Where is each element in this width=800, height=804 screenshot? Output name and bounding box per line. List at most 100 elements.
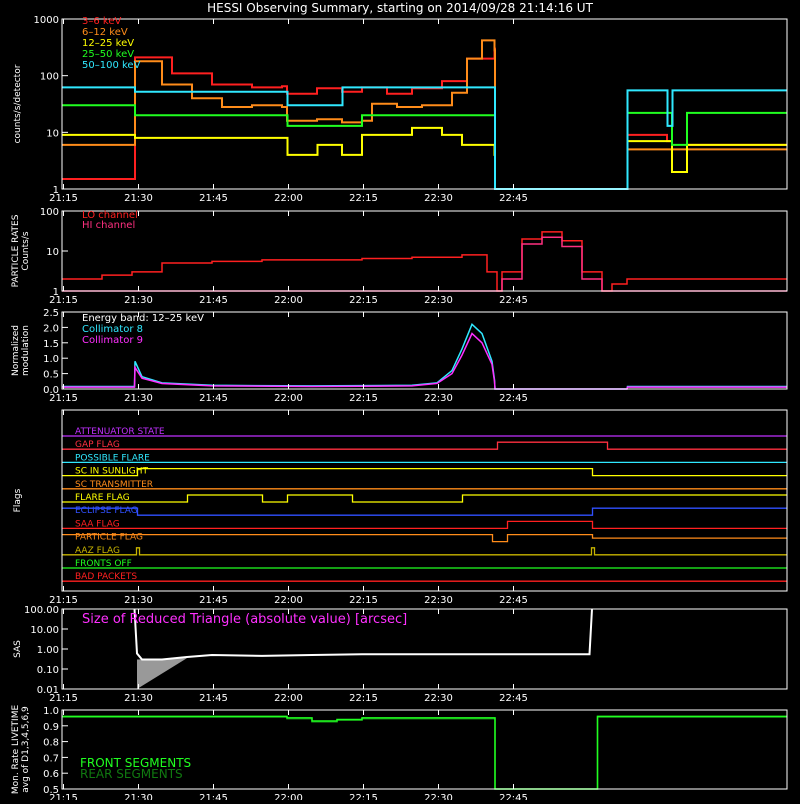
- y-axis-label: avg of D1,3,4,5,6,9: [21, 706, 31, 793]
- time-tick-label: 22:00: [274, 595, 303, 606]
- legend-entry: Collimator 8: [82, 324, 143, 335]
- flag-line-9: [62, 547, 787, 556]
- y-axis-label: Counts/s: [21, 231, 31, 270]
- y-axis-label: Mon. Rate LIVETIME: [11, 705, 21, 795]
- figure-title: HESSI Observing Summary, starting on 201…: [207, 1, 593, 15]
- y-axis-label: SAS: [13, 640, 23, 658]
- time-tick-label: 21:45: [199, 295, 228, 306]
- time-tick-label: 22:00: [274, 295, 303, 306]
- y-tick-label: 2.0: [43, 323, 59, 334]
- y-tick-label: 0.9: [43, 722, 59, 733]
- time-tick-label: 22:45: [499, 693, 528, 704]
- flag-line-7: [62, 520, 787, 530]
- y-axis-label: Normalized: [11, 325, 21, 376]
- time-tick-label: 22:15: [349, 595, 378, 606]
- flag-label: AAZ FLAG: [75, 546, 120, 556]
- series-line-1: [62, 332, 787, 390]
- y-tick-label: 1.0: [43, 706, 59, 717]
- time-tick-label: 21:30: [124, 793, 153, 800]
- sas-panel-title: Size of Reduced Triangle (absolute value…: [82, 612, 407, 627]
- time-tick-label: 21:45: [199, 193, 228, 204]
- y-tick-label: 1: [53, 287, 59, 298]
- y-tick-label: 1.5: [43, 339, 59, 350]
- time-tick-label: 21:45: [199, 393, 228, 404]
- time-tick-label: 22:45: [499, 295, 528, 306]
- time-tick-label: 21:30: [124, 393, 153, 404]
- time-tick-label: 22:15: [349, 193, 378, 204]
- legend-entry: 3–6 keV: [82, 16, 121, 27]
- flag-label: SAA FLAG: [75, 519, 120, 529]
- time-tick-label: 22:45: [499, 793, 528, 800]
- summary-figure: HESSI Observing Summary, starting on 201…: [11, 1, 788, 804]
- y-tick-label: 100: [40, 72, 59, 83]
- count-rate-panel: [61, 18, 788, 190]
- legend-entry: 6–12 keV: [82, 27, 128, 38]
- y-tick-label: 100: [40, 207, 59, 218]
- series-line-0: [62, 231, 787, 292]
- y-axis-label: Flags: [13, 488, 23, 512]
- legend-entry: REAR SEGMENTS: [80, 767, 183, 781]
- y-tick-label: 0.10: [37, 665, 59, 676]
- time-tick-label: 22:00: [274, 393, 303, 404]
- flag-line-6: [62, 507, 787, 516]
- y-tick-label: 1: [53, 185, 59, 196]
- time-tick-label: 22:30: [424, 793, 453, 800]
- time-tick-label: 22:30: [424, 693, 453, 704]
- sas-noise-band: [137, 658, 187, 689]
- time-tick-label: 22:45: [499, 595, 528, 606]
- legend-entry: Collimator 9: [82, 335, 143, 346]
- y-tick-label: 100.00: [24, 605, 59, 616]
- time-tick-label: 22:30: [424, 595, 453, 606]
- y-tick-label: 0.01: [37, 685, 59, 696]
- legend-entry: 50–100 keV: [82, 60, 141, 71]
- y-tick-label: 10: [46, 247, 59, 258]
- time-tick-label: 22:00: [274, 793, 303, 800]
- y-tick-label: 1.00: [37, 645, 59, 656]
- flag-label: ECLIPSE FLAG: [75, 506, 138, 516]
- flags-panel: [61, 409, 788, 592]
- flag-label: BAD PACKETS: [75, 572, 137, 582]
- flag-label: FRONTS OFF: [75, 559, 132, 569]
- flag-label: ATTENUATOR STATE: [75, 427, 165, 437]
- flag-line-8: [62, 533, 787, 543]
- time-tick-label: 22:45: [499, 193, 528, 204]
- y-axis-label: PARTICLE RATES: [11, 214, 21, 287]
- time-tick-label: 22:15: [349, 393, 378, 404]
- flag-line-1: [62, 441, 787, 450]
- series-line-0: [62, 323, 787, 390]
- time-tick-label: 21:30: [124, 693, 153, 704]
- flag-label: SC IN SUNLIGHT: [75, 467, 149, 477]
- series-line-2: [62, 126, 787, 190]
- y-tick-label: 0.6: [43, 769, 59, 780]
- y-tick-label: 1000: [34, 15, 59, 26]
- time-tick-label: 22:15: [349, 693, 378, 704]
- time-tick-label: 21:45: [199, 693, 228, 704]
- y-axis-label: modulation: [21, 325, 31, 376]
- flag-label: PARTICLE FLAG: [75, 533, 143, 543]
- legend-entry: HI channel: [82, 220, 135, 231]
- flag-label: FLARE FLAG: [75, 493, 130, 503]
- flag-line-3: [62, 467, 787, 477]
- time-tick-label: 22:30: [424, 193, 453, 204]
- time-tick-label: 21:45: [199, 595, 228, 606]
- time-tick-label: 22:30: [424, 393, 453, 404]
- time-tick-label: 22:30: [424, 295, 453, 306]
- y-tick-label: 0.5: [43, 370, 59, 381]
- time-tick-label: 22:15: [349, 295, 378, 306]
- y-tick-label: 0.0: [43, 385, 59, 396]
- legend-entry: 25–50 keV: [82, 49, 134, 60]
- time-tick-label: 22:45: [499, 393, 528, 404]
- flag-label: POSSIBLE FLARE: [75, 453, 150, 463]
- y-axis-label: counts/s/detector: [13, 64, 23, 143]
- time-tick-label: 21:30: [124, 595, 153, 606]
- time-tick-label: 22:00: [274, 193, 303, 204]
- energy-band-label: Energy band: 12–25 keV: [82, 313, 204, 324]
- flag-label: GAP FLAG: [75, 440, 120, 450]
- time-tick-label: 22:15: [349, 793, 378, 800]
- flag-label: SC TRANSMITTER: [75, 480, 153, 490]
- hessi-summary-chart: HESSI Observing Summary, starting on 201…: [0, 0, 800, 804]
- series-line-1: [62, 236, 787, 292]
- y-tick-label: 2.5: [43, 308, 59, 319]
- y-tick-label: 0.7: [43, 753, 59, 764]
- legend-entry: 12–25 keV: [82, 38, 134, 49]
